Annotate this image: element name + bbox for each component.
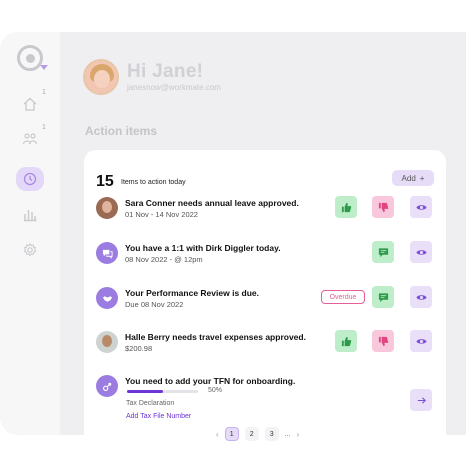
thumbs-up-icon	[341, 202, 351, 212]
message-icon	[378, 292, 388, 302]
chevron-left-icon[interactable]: ‹	[216, 430, 219, 439]
message-icon	[378, 247, 388, 257]
reject-button[interactable]	[372, 330, 394, 352]
items-count: 15	[96, 173, 114, 190]
page-1-button[interactable]: 1	[224, 427, 239, 441]
sidebar: 1 1	[0, 32, 60, 435]
handshake-icon	[96, 287, 118, 309]
add-tfn-link[interactable]: Add Tax File Number	[126, 413, 191, 420]
approve-button[interactable]	[335, 330, 357, 352]
list-item[interactable]: You have a 1:1 with Dirk Diggler today. …	[96, 241, 436, 276]
list-item[interactable]: Your Performance Review is due. Due 08 N…	[96, 286, 436, 321]
pagination: ‹ 1 2 3 ... ›	[216, 426, 299, 442]
eye-icon	[415, 249, 427, 255]
sidebar-item-team[interactable]: 1	[16, 124, 46, 151]
sidebar-item-home[interactable]: 1	[16, 89, 46, 116]
page-2-button[interactable]: 2	[244, 427, 259, 441]
progress-fill	[127, 390, 163, 393]
view-button[interactable]	[410, 286, 432, 308]
add-button-label: Add	[401, 173, 416, 183]
progress-bar	[127, 390, 198, 393]
sidebar-item-clock[interactable]	[16, 167, 44, 191]
home-icon	[23, 97, 37, 111]
list-item[interactable]: You need to add your TFN for onboarding.…	[96, 375, 436, 425]
user-avatar[interactable]	[83, 59, 119, 95]
items-count-label: Items to action today	[121, 179, 186, 186]
gear-icon	[23, 242, 37, 257]
go-button[interactable]	[410, 389, 432, 411]
view-button[interactable]	[410, 330, 432, 352]
action-items-card: 15 Items to action today Add + Sara Conn…	[84, 150, 446, 450]
chevron-right-icon[interactable]: ›	[297, 430, 300, 439]
item-subtitle: $200.98	[125, 344, 153, 353]
item-subtitle: 08 Nov 2022 - @ 12pm	[125, 255, 203, 264]
pagination-ellipsis: ...	[284, 430, 291, 438]
thumbs-down-icon	[378, 336, 388, 346]
message-button[interactable]	[372, 241, 394, 263]
eye-icon	[415, 204, 427, 210]
plus-icon: +	[419, 173, 425, 183]
thumbs-down-icon	[378, 202, 388, 212]
onboarding-icon	[96, 375, 118, 397]
overdue-badge: Overdue	[321, 290, 365, 304]
reject-button[interactable]	[372, 196, 394, 218]
sidebar-badge: 1	[42, 124, 46, 131]
item-subtitle: Due 08 Nov 2022	[125, 300, 184, 309]
item-title: Halle Berry needs travel expenses approv…	[125, 332, 306, 342]
message-button[interactable]	[372, 286, 394, 308]
approve-button[interactable]	[335, 196, 357, 218]
item-subtitle: 01 Nov - 14 Nov 2022	[125, 210, 198, 219]
thumbs-up-icon	[341, 336, 351, 346]
sidebar-badge: 1	[42, 89, 46, 96]
team-icon	[22, 133, 38, 145]
avatar	[96, 331, 118, 353]
item-title: You have a 1:1 with Dirk Diggler today.	[125, 243, 281, 253]
section-title: Action items	[85, 124, 158, 138]
eye-icon	[415, 338, 427, 344]
view-button[interactable]	[410, 196, 432, 218]
arrow-right-icon	[417, 396, 426, 404]
sidebar-item-reports[interactable]	[16, 202, 44, 226]
item-title: Sara Conner needs annual leave approved.	[125, 198, 299, 208]
item-title: You need to add your TFN for onboarding.	[125, 376, 296, 386]
bar-chart-icon	[24, 210, 37, 222]
eye-icon	[415, 294, 427, 300]
greeting: Hi Jane!	[127, 61, 204, 82]
chevron-down-icon[interactable]	[40, 65, 48, 70]
user-email: janesnow@workmate.com	[127, 83, 221, 92]
add-button[interactable]: Add +	[392, 170, 434, 186]
avatar	[96, 197, 118, 219]
task-detail: Tax Declaration	[126, 400, 175, 407]
clock-icon	[23, 172, 37, 186]
item-title: Your Performance Review is due.	[125, 288, 259, 298]
list-item[interactable]: Sara Conner needs annual leave approved.…	[96, 196, 436, 231]
list-item[interactable]: Halle Berry needs travel expenses approv…	[96, 330, 436, 365]
view-button[interactable]	[410, 241, 432, 263]
chat-icon	[96, 242, 118, 264]
page-3-button[interactable]: 3	[264, 427, 279, 441]
progress-label: 50%	[208, 387, 223, 394]
sidebar-item-settings[interactable]	[16, 238, 44, 262]
